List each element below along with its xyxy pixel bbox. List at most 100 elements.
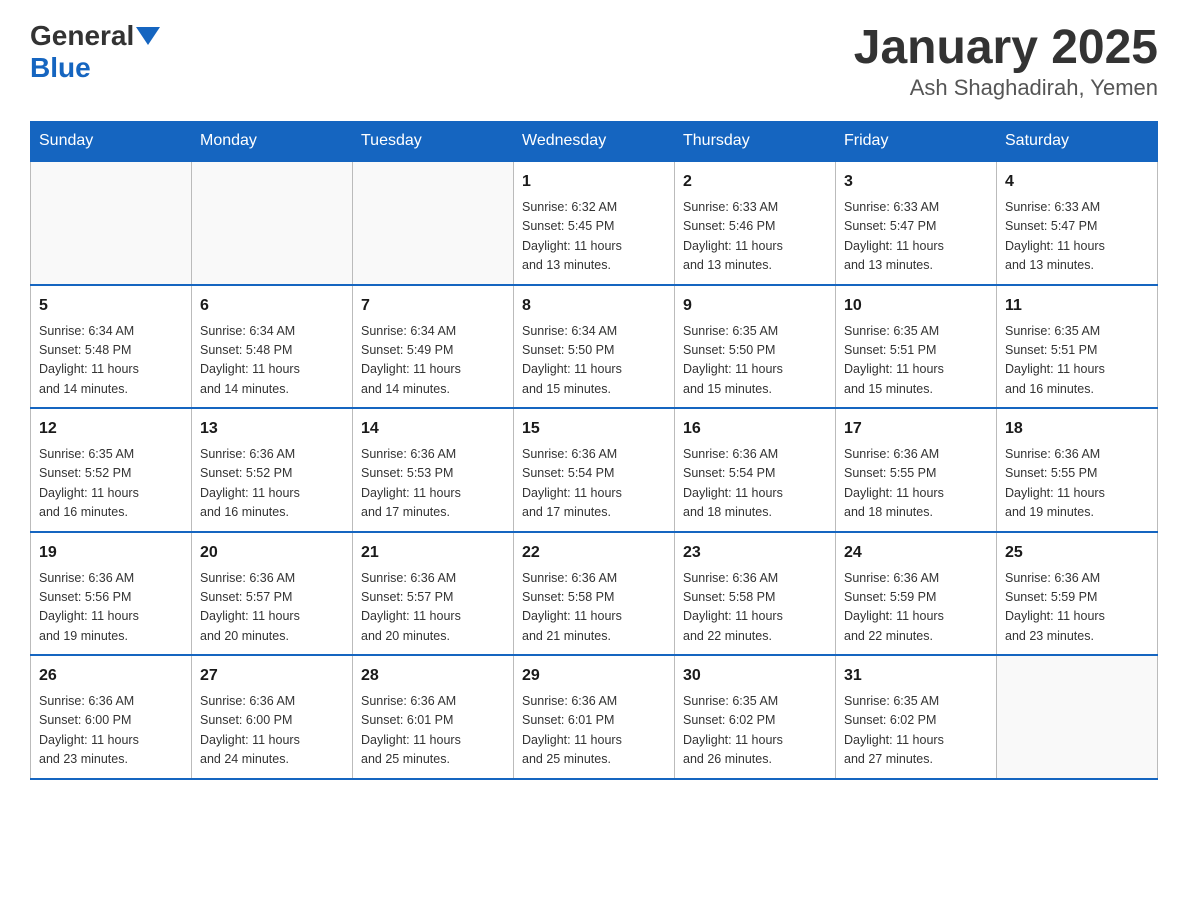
location-subtitle: Ash Shaghadirah, Yemen xyxy=(854,75,1158,101)
day-info: Sunrise: 6:35 AM Sunset: 5:51 PM Dayligh… xyxy=(844,322,988,400)
day-number: 25 xyxy=(1005,541,1149,565)
day-info: Sunrise: 6:36 AM Sunset: 5:58 PM Dayligh… xyxy=(683,569,827,647)
day-info: Sunrise: 6:36 AM Sunset: 5:54 PM Dayligh… xyxy=(522,445,666,523)
calendar-week-row: 19 Sunrise: 6:36 AM Sunset: 5:56 PM Dayli… xyxy=(31,532,1158,656)
calendar-cell: 26Sunrise: 6:36 AM Sunset: 6:00 PM Dayli… xyxy=(31,655,192,779)
calendar-cell: 23 Sunrise: 6:36 AM Sunset: 5:58 PM Dayli… xyxy=(675,532,836,656)
calendar-cell: 12 Sunrise: 6:35 AM Sunset: 5:52 PM Dayli… xyxy=(31,408,192,532)
calendar-header-row: SundayMondayTuesdayWednesdayThursdayFrid… xyxy=(31,122,1158,162)
calendar-cell: 9 Sunrise: 6:35 AM Sunset: 5:50 PM Daylig… xyxy=(675,285,836,409)
day-number: 11 xyxy=(1005,294,1149,318)
day-number: 31 xyxy=(844,664,988,688)
day-info: Sunrise: 6:36 AM Sunset: 5:58 PM Dayligh… xyxy=(522,569,666,647)
day-number: 20 xyxy=(200,541,344,565)
calendar-week-row: 5 Sunrise: 6:34 AM Sunset: 5:48 PM Daylig… xyxy=(31,285,1158,409)
day-number: 2 xyxy=(683,170,827,194)
logo-arrow-icon xyxy=(136,27,160,45)
day-number: 9 xyxy=(683,294,827,318)
day-info: Sunrise: 6:36 AM Sunset: 5:52 PM Dayligh… xyxy=(200,445,344,523)
calendar-cell: 29 Sunrise: 6:36 AM Sunset: 6:01 PM Dayli… xyxy=(514,655,675,779)
day-number: 18 xyxy=(1005,417,1149,441)
calendar-cell: 2Sunrise: 6:33 AM Sunset: 5:46 PM Daylig… xyxy=(675,161,836,285)
day-info: Sunrise: 6:33 AM Sunset: 5:47 PM Dayligh… xyxy=(1005,198,1149,276)
day-number: 1 xyxy=(522,170,666,194)
calendar-cell: 11 Sunrise: 6:35 AM Sunset: 5:51 PM Dayli… xyxy=(997,285,1158,409)
calendar-cell: 8 Sunrise: 6:34 AM Sunset: 5:50 PM Daylig… xyxy=(514,285,675,409)
calendar-cell: 13 Sunrise: 6:36 AM Sunset: 5:52 PM Dayli… xyxy=(192,408,353,532)
day-number: 24 xyxy=(844,541,988,565)
calendar-cell: 20 Sunrise: 6:36 AM Sunset: 5:57 PM Dayli… xyxy=(192,532,353,656)
day-info: Sunrise: 6:34 AM Sunset: 5:48 PM Dayligh… xyxy=(39,322,183,400)
day-number: 17 xyxy=(844,417,988,441)
day-number: 19 xyxy=(39,541,183,565)
day-info: Sunrise: 6:32 AM Sunset: 5:45 PM Dayligh… xyxy=(522,198,666,276)
calendar-header-monday: Monday xyxy=(192,122,353,162)
calendar-cell: 6 Sunrise: 6:34 AM Sunset: 5:48 PM Daylig… xyxy=(192,285,353,409)
calendar-cell: 25 Sunrise: 6:36 AM Sunset: 5:59 PM Dayli… xyxy=(997,532,1158,656)
calendar-cell: 31 Sunrise: 6:35 AM Sunset: 6:02 PM Dayli… xyxy=(836,655,997,779)
calendar-cell: 27Sunrise: 6:36 AM Sunset: 6:00 PM Dayli… xyxy=(192,655,353,779)
day-info: Sunrise: 6:34 AM Sunset: 5:50 PM Dayligh… xyxy=(522,322,666,400)
calendar-cell: 19 Sunrise: 6:36 AM Sunset: 5:56 PM Dayli… xyxy=(31,532,192,656)
day-number: 8 xyxy=(522,294,666,318)
month-title: January 2025 xyxy=(854,20,1158,75)
day-info: Sunrise: 6:33 AM Sunset: 5:47 PM Dayligh… xyxy=(844,198,988,276)
day-info: Sunrise: 6:36 AM Sunset: 5:55 PM Dayligh… xyxy=(844,445,988,523)
day-info: Sunrise: 6:36 AM Sunset: 6:01 PM Dayligh… xyxy=(522,692,666,770)
day-number: 29 xyxy=(522,664,666,688)
day-info: Sunrise: 6:36 AM Sunset: 5:55 PM Dayligh… xyxy=(1005,445,1149,523)
day-info: Sunrise: 6:34 AM Sunset: 5:49 PM Dayligh… xyxy=(361,322,505,400)
calendar-cell: 7 Sunrise: 6:34 AM Sunset: 5:49 PM Daylig… xyxy=(353,285,514,409)
day-info: Sunrise: 6:36 AM Sunset: 5:57 PM Dayligh… xyxy=(361,569,505,647)
day-info: Sunrise: 6:36 AM Sunset: 6:00 PM Dayligh… xyxy=(200,692,344,770)
day-info: Sunrise: 6:36 AM Sunset: 5:56 PM Dayligh… xyxy=(39,569,183,647)
day-number: 7 xyxy=(361,294,505,318)
day-number: 4 xyxy=(1005,170,1149,194)
calendar-header-sunday: Sunday xyxy=(31,122,192,162)
calendar-cell: 1 Sunrise: 6:32 AM Sunset: 5:45 PM Daylig… xyxy=(514,161,675,285)
day-number: 21 xyxy=(361,541,505,565)
day-number: 5 xyxy=(39,294,183,318)
calendar-header-tuesday: Tuesday xyxy=(353,122,514,162)
calendar-cell: 24 Sunrise: 6:36 AM Sunset: 5:59 PM Dayli… xyxy=(836,532,997,656)
day-info: Sunrise: 6:36 AM Sunset: 5:57 PM Dayligh… xyxy=(200,569,344,647)
logo-blue-text: Blue xyxy=(30,52,91,84)
day-number: 22 xyxy=(522,541,666,565)
calendar-header-saturday: Saturday xyxy=(997,122,1158,162)
day-info: Sunrise: 6:35 AM Sunset: 6:02 PM Dayligh… xyxy=(844,692,988,770)
calendar-cell: 30Sunrise: 6:35 AM Sunset: 6:02 PM Dayli… xyxy=(675,655,836,779)
calendar-cell: 14 Sunrise: 6:36 AM Sunset: 5:53 PM Dayli… xyxy=(353,408,514,532)
day-number: 12 xyxy=(39,417,183,441)
logo: General Blue xyxy=(30,20,162,84)
day-number: 10 xyxy=(844,294,988,318)
day-info: Sunrise: 6:35 AM Sunset: 5:51 PM Dayligh… xyxy=(1005,322,1149,400)
page-header: General Blue January 2025 Ash Shaghadira… xyxy=(30,20,1158,101)
calendar-header-thursday: Thursday xyxy=(675,122,836,162)
day-info: Sunrise: 6:35 AM Sunset: 5:52 PM Dayligh… xyxy=(39,445,183,523)
title-section: January 2025 Ash Shaghadirah, Yemen xyxy=(854,20,1158,101)
calendar-week-row: 26 Sunrise: 6:36 AM Sunset: 6:00 PM Dayli… xyxy=(31,655,1158,779)
day-number: 3 xyxy=(844,170,988,194)
calendar-week-row: 1 Sunrise: 6:32 AM Sunset: 5:45 PM Daylig… xyxy=(31,161,1158,285)
day-number: 28 xyxy=(361,664,505,688)
day-info: Sunrise: 6:36 AM Sunset: 5:59 PM Dayligh… xyxy=(844,569,988,647)
day-info: Sunrise: 6:36 AM Sunset: 6:01 PM Dayligh… xyxy=(361,692,505,770)
day-info: Sunrise: 6:35 AM Sunset: 5:50 PM Dayligh… xyxy=(683,322,827,400)
calendar-table: SundayMondayTuesdayWednesdayThursdayFrid… xyxy=(30,121,1158,780)
day-number: 23 xyxy=(683,541,827,565)
calendar-cell xyxy=(353,161,514,285)
calendar-cell: 21 Sunrise: 6:36 AM Sunset: 5:57 PM Dayli… xyxy=(353,532,514,656)
day-number: 13 xyxy=(200,417,344,441)
day-info: Sunrise: 6:36 AM Sunset: 5:53 PM Dayligh… xyxy=(361,445,505,523)
calendar-week-row: 12 Sunrise: 6:35 AM Sunset: 5:52 PM Dayli… xyxy=(31,408,1158,532)
day-number: 26 xyxy=(39,664,183,688)
day-number: 14 xyxy=(361,417,505,441)
calendar-cell: 22 Sunrise: 6:36 AM Sunset: 5:58 PM Dayli… xyxy=(514,532,675,656)
day-info: Sunrise: 6:36 AM Sunset: 5:59 PM Dayligh… xyxy=(1005,569,1149,647)
day-number: 6 xyxy=(200,294,344,318)
day-info: Sunrise: 6:34 AM Sunset: 5:48 PM Dayligh… xyxy=(200,322,344,400)
day-number: 30 xyxy=(683,664,827,688)
calendar-cell: 4 Sunrise: 6:33 AM Sunset: 5:47 PM Daylig… xyxy=(997,161,1158,285)
day-info: Sunrise: 6:36 AM Sunset: 5:54 PM Dayligh… xyxy=(683,445,827,523)
calendar-cell: 10 Sunrise: 6:35 AM Sunset: 5:51 PM Dayli… xyxy=(836,285,997,409)
